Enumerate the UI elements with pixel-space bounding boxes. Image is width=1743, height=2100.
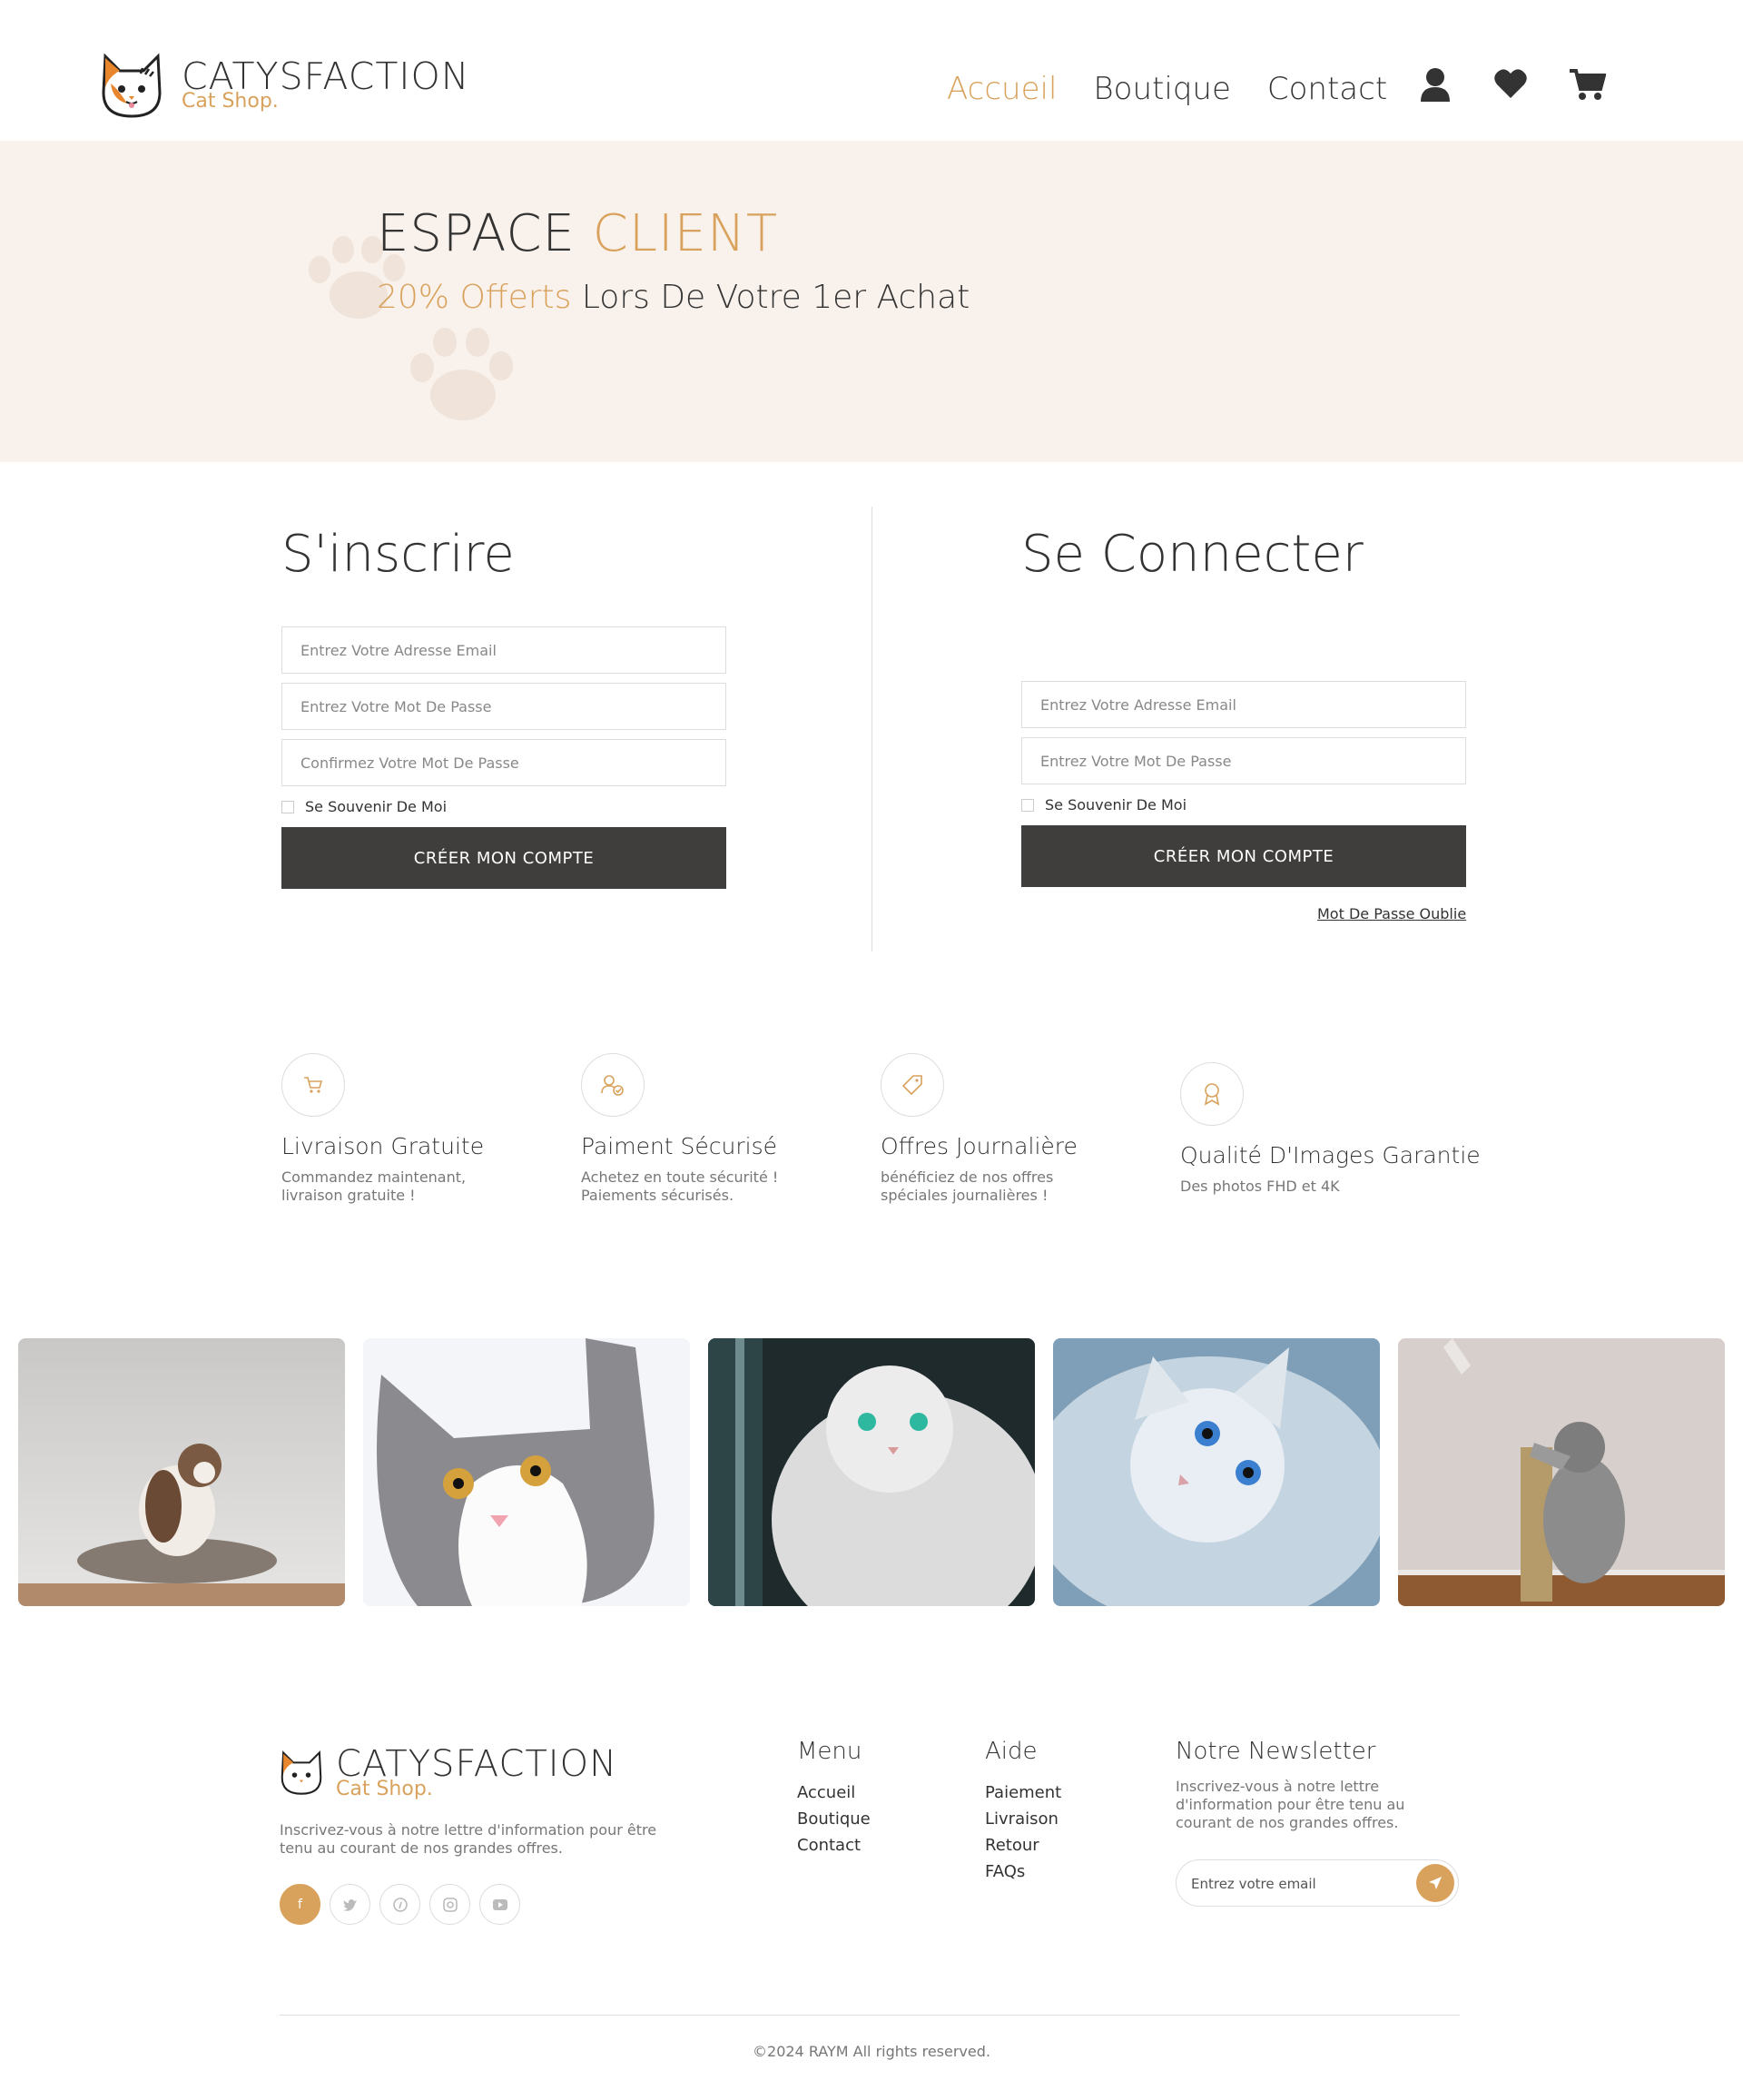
grey-white-cat-photo[interactable] — [363, 1338, 690, 1606]
register-password-field[interactable] — [281, 683, 726, 730]
hero-title-main: ESPACE — [377, 204, 576, 263]
footer-divider — [280, 2015, 1460, 2016]
feature-title: Livraison Gratuite — [281, 1133, 485, 1159]
twitter-icon[interactable] — [330, 1884, 370, 1925]
footer-link-livraison[interactable]: Livraison — [985, 1806, 1061, 1832]
hero-offer-detail: Lors De Votre 1er Achat — [581, 279, 970, 316]
facebook-icon[interactable]: f — [280, 1884, 320, 1925]
feature-desc: Achetez en toute sécurité ! Paiements séc… — [581, 1168, 779, 1204]
pinterest-icon[interactable] — [379, 1884, 420, 1925]
social-links: f — [280, 1884, 520, 1925]
login-remember-label: Se Souvenir De Moi — [1045, 796, 1187, 813]
heart-icon[interactable] — [1493, 67, 1530, 104]
forgot-password-link[interactable]: Mot De Passe Oublie — [1317, 905, 1466, 922]
login-password-field[interactable] — [1021, 737, 1466, 784]
footer-link-accueil[interactable]: Accueil — [797, 1780, 871, 1806]
checkbox-box[interactable] — [281, 800, 294, 813]
newsletter-email-field[interactable] — [1191, 1871, 1400, 1897]
hero-title: ESPACE CLIENT — [377, 204, 778, 263]
footer-link-faqs[interactable]: FAQs — [985, 1858, 1061, 1885]
footer-link-contact[interactable]: Contact — [797, 1832, 871, 1858]
instagram-icon[interactable] — [429, 1884, 470, 1925]
tag-icon — [881, 1053, 944, 1117]
register-remember-label: Se Souvenir De Moi — [305, 798, 448, 815]
login-email-field[interactable] — [1021, 681, 1466, 728]
register-email-field[interactable] — [281, 626, 726, 674]
feature-desc: bénéficiez de nos offres spéciales journa… — [881, 1168, 1054, 1204]
footer-link-paiement[interactable]: Paiement — [985, 1780, 1061, 1806]
feature-daily-offers: Offres Journalière bénéficiez de nos off… — [881, 1053, 1153, 1205]
feature-title: Paiment Sécurisé — [581, 1133, 778, 1159]
login-remember-checkbox[interactable]: Se Souvenir De Moi — [1021, 796, 1187, 813]
login-submit-button[interactable]: CRÉER MON COMPTE — [1021, 825, 1466, 887]
footer-link-boutique[interactable]: Boutique — [797, 1806, 871, 1832]
hero-banner: ESPACE CLIENT 20% Offerts Lors De Votre … — [0, 141, 1743, 462]
feature-free-delivery: Livraison Gratuite Commandez maintenant,… — [281, 1053, 554, 1205]
cart-icon — [281, 1053, 345, 1117]
feature-title: Offres Journalière — [881, 1133, 1078, 1159]
feature-secure-payment: Paiment Sécurisé Achetez en toute sécuri… — [581, 1053, 853, 1205]
footer-link-retour[interactable]: Retour — [985, 1832, 1061, 1858]
footer-description: Inscrivez-vous à notre lettre d'informat… — [280, 1821, 657, 1857]
feature-image-quality: Qualité D'Images Garantie Des photos FHD… — [1180, 1062, 1481, 1196]
copyright-text: ©2024 RAYM All rights reserved. — [753, 2043, 990, 2060]
newsletter-title: Notre Newsletter — [1176, 1738, 1376, 1765]
register-remember-checkbox[interactable]: Se Souvenir De Moi — [281, 798, 447, 815]
nav-item-contact[interactable]: Contact — [1267, 71, 1387, 107]
send-icon[interactable] — [1416, 1864, 1454, 1902]
hero-offer: 20% Offerts — [377, 279, 572, 316]
feature-desc: Commandez maintenant, livraison gratuite … — [281, 1168, 467, 1204]
feature-title: Qualité D'Images Garantie — [1180, 1142, 1481, 1168]
cat-on-bed-photo[interactable] — [18, 1338, 345, 1606]
award-icon — [1180, 1062, 1244, 1126]
brand-logo[interactable]: CATYSFACTION Cat Shop. — [100, 47, 469, 120]
register-submit-button[interactable]: CRÉER MON COMPTE — [281, 827, 726, 889]
site-header: CATYSFACTION Cat Shop. Accueil Boutique … — [0, 0, 1743, 141]
kitten-scratching-post-photo[interactable] — [1398, 1338, 1725, 1606]
cat-logo-icon — [102, 53, 162, 118]
nav-item-accueil[interactable]: Accueil — [947, 71, 1057, 107]
hero-subtitle: 20% Offerts Lors De Votre 1er Achat — [377, 279, 970, 316]
footer-help-title: Aide — [985, 1738, 1038, 1765]
footer-menu-title: Menu — [797, 1738, 862, 1765]
footer-help-column: Aide Paiement Livraison Retour FAQs — [985, 1738, 1061, 1885]
blue-eyed-cat-photo[interactable] — [1053, 1338, 1380, 1606]
main-nav: Accueil Boutique Contact — [947, 71, 1387, 107]
checkbox-box[interactable] — [1021, 798, 1034, 812]
nav-item-boutique[interactable]: Boutique — [1093, 71, 1230, 107]
register-title: S'inscrire — [281, 525, 515, 584]
footer-newsletter-column: Notre Newsletter — [1176, 1738, 1375, 1780]
newsletter-form — [1176, 1859, 1459, 1907]
newsletter-description: Inscrivez-vous à notre lettre d'informat… — [1176, 1778, 1405, 1831]
youtube-icon[interactable] — [479, 1884, 520, 1925]
cat-logo-icon — [281, 1750, 322, 1795]
hero-title-accent: CLIENT — [592, 204, 779, 263]
user-icon[interactable] — [1419, 67, 1455, 104]
white-persian-window-photo[interactable] — [708, 1338, 1035, 1606]
footer-logo[interactable]: CATYSFACTION Cat Shop. — [280, 1743, 617, 1799]
footer-menu-column: Menu Accueil Boutique Contact — [797, 1738, 871, 1858]
register-confirm-password-field[interactable] — [281, 739, 726, 786]
secure-payment-icon — [581, 1053, 645, 1117]
cart-icon[interactable] — [1568, 67, 1607, 104]
login-title: Se Connecter — [1021, 525, 1364, 584]
feature-desc: Des photos FHD et 4K — [1180, 1178, 1340, 1195]
header-actions — [1419, 67, 1607, 104]
